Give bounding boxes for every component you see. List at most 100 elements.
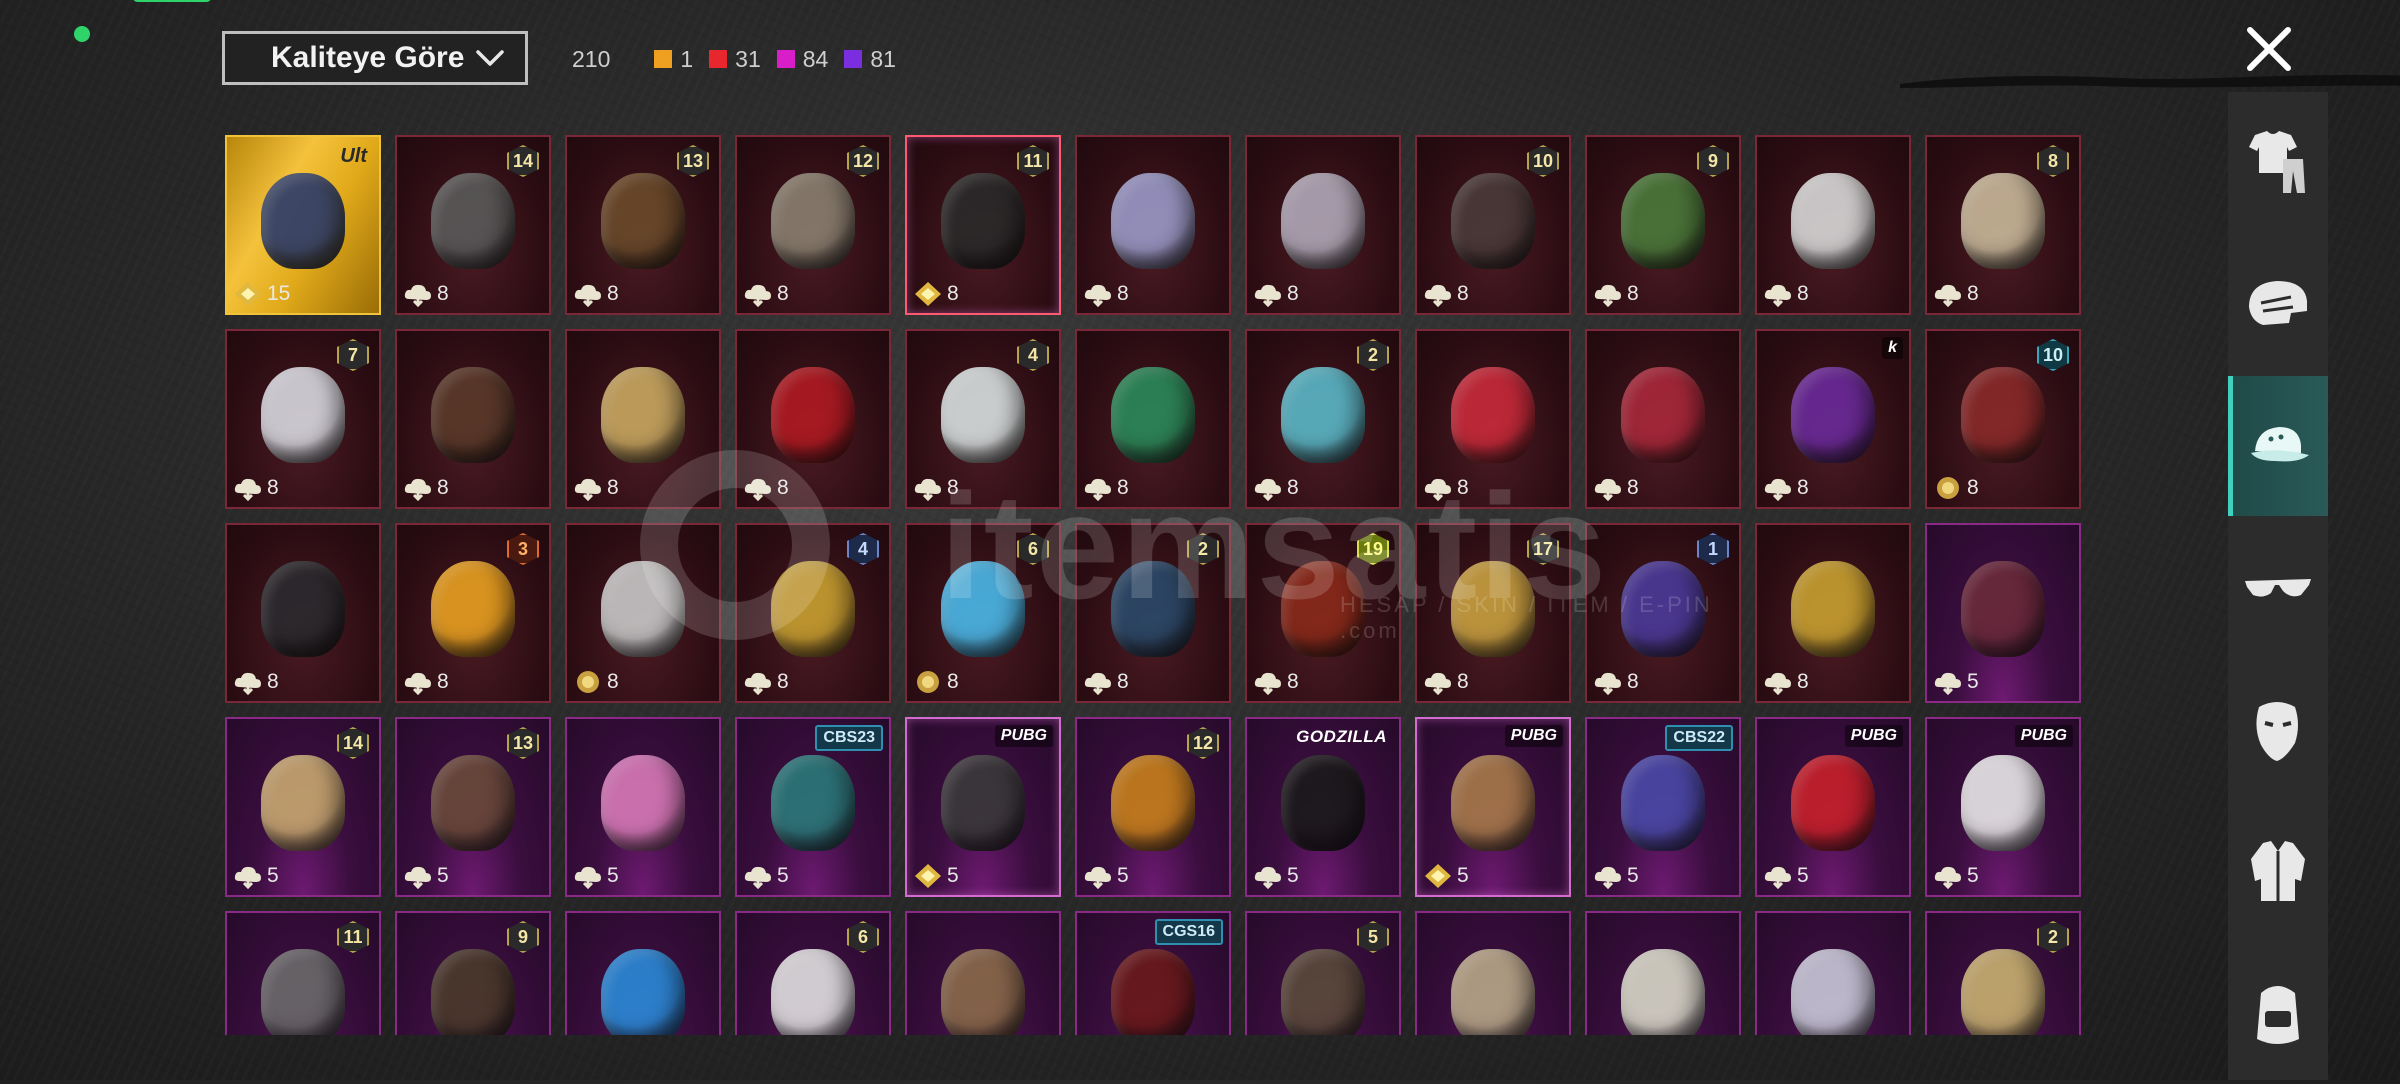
inventory-item[interactable]: Ult 15 xyxy=(225,135,381,315)
inventory-item[interactable]: 8 xyxy=(1415,329,1571,509)
inventory-item[interactable]: 5 xyxy=(1585,911,1741,1035)
inventory-item[interactable]: 14 8 xyxy=(395,135,551,315)
jacket-icon xyxy=(2251,841,2305,901)
item-thumbnail xyxy=(1621,367,1705,464)
inventory-item[interactable]: 18 xyxy=(1585,523,1741,703)
inventory-item[interactable]: 68 xyxy=(905,523,1061,703)
sort-dropdown[interactable]: Kaliteye Göre xyxy=(222,31,528,85)
inventory-item[interactable]: 11 8 xyxy=(905,135,1061,315)
category-tab-glasses[interactable] xyxy=(2228,518,2328,658)
inventory-item[interactable]: 17 8 xyxy=(1415,523,1571,703)
item-thumbnail xyxy=(601,561,685,658)
inventory-item[interactable]: 115 xyxy=(225,911,381,1035)
inventory-item[interactable]: 38 xyxy=(395,523,551,703)
cloud-currency-icon xyxy=(1594,866,1621,889)
inventory-item[interactable]: PUBG 5 xyxy=(1415,717,1571,897)
inventory-item[interactable]: 5 xyxy=(1925,523,2081,703)
inventory-item[interactable]: 48 xyxy=(735,523,891,703)
item-thumbnail xyxy=(941,173,1025,270)
item-price-value: 8 xyxy=(1797,476,1809,499)
item-price-value: 5 xyxy=(1627,864,1639,887)
inventory-item[interactable]: 19 8 xyxy=(1245,523,1401,703)
item-price-value: 8 xyxy=(947,670,959,693)
inventory-item[interactable]: 12 5 xyxy=(1075,717,1231,897)
inventory-item[interactable]: 5 xyxy=(565,717,721,897)
inventory-item[interactable]: 8 xyxy=(735,329,891,509)
inventory-item[interactable]: 5 xyxy=(565,911,721,1035)
item-price: 8 xyxy=(1083,475,1129,501)
inventory-item[interactable]: 55 xyxy=(1245,911,1401,1035)
inventory-item[interactable]: 95 xyxy=(395,911,551,1035)
inventory-item[interactable]: PUBG 5 xyxy=(905,717,1061,897)
inventory-item[interactable]: 8 xyxy=(225,523,381,703)
inventory-item[interactable]: 78 xyxy=(225,329,381,509)
inventory-item[interactable]: 12 8 xyxy=(735,135,891,315)
inventory-item[interactable]: 8 xyxy=(395,329,551,509)
sort-label: Kaliteye Göre xyxy=(271,41,465,74)
inventory-item[interactable]: 8 xyxy=(1755,135,1911,315)
item-thumbnail xyxy=(1621,561,1705,658)
category-tab-jacket[interactable] xyxy=(2228,802,2328,942)
inventory-item[interactable]: 14 5 xyxy=(225,717,381,897)
inventory-item[interactable]: 8 xyxy=(1755,523,1911,703)
status-pill xyxy=(132,0,212,2)
inventory-item[interactable]: 10 8 xyxy=(1925,329,2081,509)
item-price-value: 8 xyxy=(1457,282,1469,305)
inventory-item[interactable]: 8 xyxy=(1245,135,1401,315)
inventory-item[interactable]: 8 xyxy=(1075,329,1231,509)
inventory-item[interactable]: 5 xyxy=(1415,911,1571,1035)
diamond-currency-icon xyxy=(1425,864,1451,888)
inventory-item[interactable]: 25 xyxy=(1925,911,2081,1035)
item-tag: PUBG xyxy=(1844,725,1903,747)
inventory-item[interactable]: 65 xyxy=(735,911,891,1035)
item-price-value: 8 xyxy=(777,476,789,499)
item-price: 8 xyxy=(1083,669,1129,695)
inventory-item[interactable]: CBS23 5 xyxy=(735,717,891,897)
inventory-item[interactable]: CBS22 5 xyxy=(1585,717,1741,897)
inventory-item[interactable]: 98 xyxy=(1585,135,1741,315)
item-level-badge: 3 xyxy=(507,533,539,565)
inventory-item[interactable]: 13 8 xyxy=(565,135,721,315)
cloud-currency-icon xyxy=(914,478,941,501)
category-tab-backpack[interactable] xyxy=(2228,944,2328,1084)
inventory-item[interactable]: 13 5 xyxy=(395,717,551,897)
inventory-item[interactable]: 5 xyxy=(1755,911,1911,1035)
category-tab-mask[interactable] xyxy=(2228,660,2328,800)
inventory-item[interactable]: 88 xyxy=(1925,135,2081,315)
item-price-value: 8 xyxy=(777,670,789,693)
item-thumbnail xyxy=(1791,561,1875,658)
category-tab-outfit[interactable] xyxy=(2228,92,2328,232)
inventory-item[interactable]: 5 xyxy=(905,911,1061,1035)
inventory-item[interactable]: 8 xyxy=(565,329,721,509)
cloud-currency-icon xyxy=(404,866,431,889)
item-price: 8 xyxy=(743,475,789,501)
item-price: 8 xyxy=(913,669,959,695)
quality-magenta-count: 84 xyxy=(802,45,829,72)
item-thumbnail xyxy=(1961,173,2045,270)
item-price: 5 xyxy=(913,863,959,889)
inventory-item[interactable]: 8 xyxy=(565,523,721,703)
inventory-item[interactable]: PUBG 5 xyxy=(1925,717,2081,897)
close-icon[interactable] xyxy=(2244,24,2294,74)
item-thumbnail xyxy=(1791,949,1875,1035)
item-level-badge: 17 xyxy=(1527,533,1559,565)
item-thumbnail xyxy=(1111,755,1195,852)
inventory-item[interactable]: GODZILLA 5 xyxy=(1245,717,1401,897)
category-tab-helmet[interactable] xyxy=(2228,234,2328,374)
inventory-item[interactable]: 48 xyxy=(905,329,1061,509)
inventory-item[interactable]: 8 xyxy=(1075,135,1231,315)
item-tag: PUBG xyxy=(1504,725,1563,747)
item-level-badge: 4 xyxy=(847,533,879,565)
inventory-item[interactable]: 8 xyxy=(1585,329,1741,509)
inventory-item[interactable]: CGS165 xyxy=(1075,911,1231,1035)
inventory-item[interactable]: 28 xyxy=(1245,329,1401,509)
inventory-item[interactable]: k8 xyxy=(1755,329,1911,509)
item-price: 5 xyxy=(233,863,279,889)
inventory-item[interactable]: 28 xyxy=(1075,523,1231,703)
inventory-item[interactable]: PUBG 5 xyxy=(1755,717,1911,897)
quality-legendary-swatch xyxy=(654,50,673,68)
item-level-badge: 10 xyxy=(2037,339,2069,371)
inventory-item[interactable]: 10 8 xyxy=(1415,135,1571,315)
item-level-badge: 14 xyxy=(337,727,369,759)
category-tab-hat[interactable] xyxy=(2228,376,2328,516)
